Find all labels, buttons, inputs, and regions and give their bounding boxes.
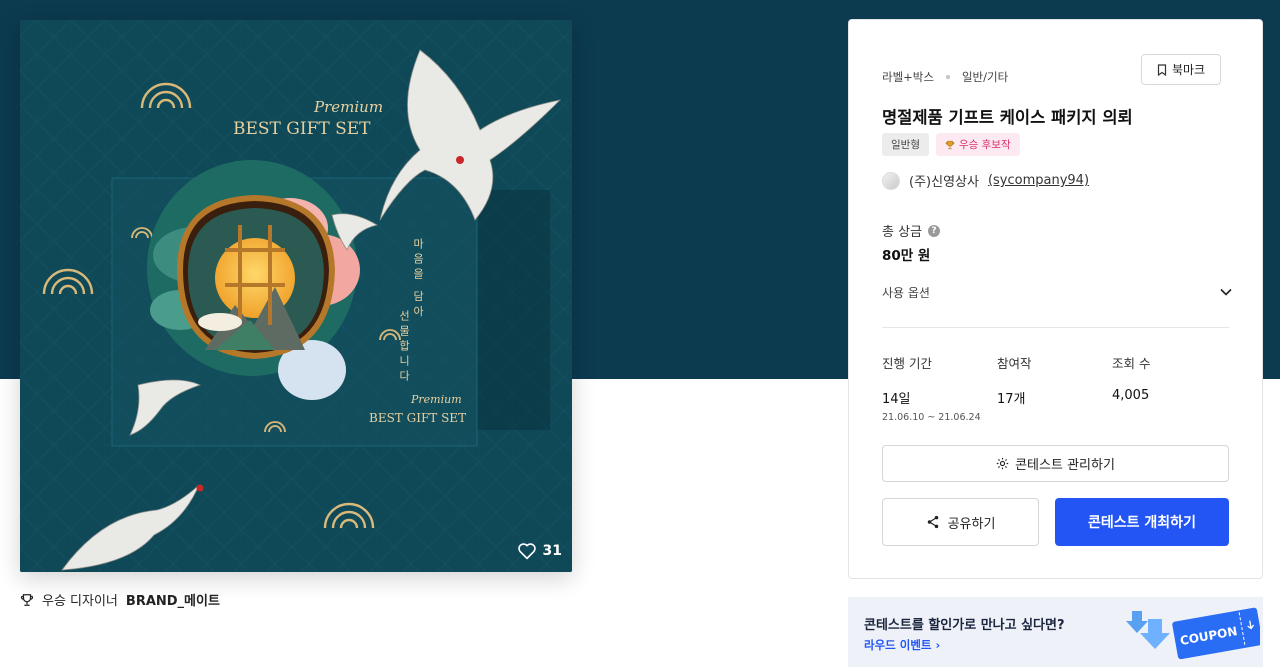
breadcrumb-separator bbox=[945, 75, 950, 79]
stat-views: 조회 수 4,005 bbox=[1112, 353, 1227, 423]
status-badge-label: 우승 후보작 bbox=[958, 139, 1011, 151]
contest-info-card: 라벨+박스 일반/기타 북마크 명절제품 기프트 케이스 패키지 의뢰 일반형 … bbox=[848, 19, 1263, 579]
winner-prefix: 우승 디자이너 bbox=[42, 594, 118, 609]
trophy-icon bbox=[20, 593, 34, 606]
entries-label: 참여작 bbox=[997, 356, 1032, 371]
category-main[interactable]: 라벨+박스 bbox=[882, 69, 934, 85]
vertical-text-1: 마음을 담아 bbox=[412, 238, 425, 321]
chevron-down-icon bbox=[1220, 288, 1232, 296]
divider bbox=[882, 327, 1229, 328]
share-button[interactable]: 공유하기 bbox=[882, 498, 1039, 546]
bookmark-label: 북마크 bbox=[1171, 63, 1206, 77]
contest-artwork[interactable]: Premium BEST GIFT SET Premium BEST GIFT … bbox=[20, 20, 572, 572]
company-handle[interactable]: (sycompany94) bbox=[988, 173, 1089, 188]
like-button[interactable]: 31 bbox=[517, 542, 562, 560]
period-label: 진행 기간 bbox=[882, 356, 932, 371]
breadcrumb: 라벨+박스 일반/기타 bbox=[882, 69, 1008, 85]
bookmark-icon bbox=[1157, 63, 1167, 76]
coupon-illustration: COUPON bbox=[1126, 607, 1260, 660]
contest-title: 명절제품 기프트 케이스 패키지 의뢰 bbox=[882, 108, 1133, 127]
manage-label: 콘테스트 관리하기 bbox=[1015, 458, 1115, 473]
entries-value: 17개 bbox=[997, 392, 1026, 407]
share-label: 공유하기 bbox=[947, 516, 996, 532]
views-value: 4,005 bbox=[1112, 388, 1150, 403]
promo-link[interactable]: 라우드 이벤트 › bbox=[864, 637, 940, 653]
premium-script-box: Premium bbox=[410, 393, 462, 406]
share-icon bbox=[927, 515, 938, 529]
company-info: (주)신영상사 (sycompany94) bbox=[882, 171, 1089, 190]
type-badge: 일반형 bbox=[882, 133, 929, 156]
contest-stats: 진행 기간 14일 21.06.10 ~ 21.06.24 참여작 17개 조회… bbox=[882, 353, 1227, 423]
stat-period: 진행 기간 14일 21.06.10 ~ 21.06.24 bbox=[882, 353, 997, 423]
host-contest-button[interactable]: 콘테스트 개최하기 bbox=[1055, 498, 1229, 546]
category-sub[interactable]: 일반/기타 bbox=[962, 69, 1008, 85]
winner-designer: 우승 디자이너 BRAND_메이트 bbox=[20, 590, 220, 609]
vertical-text-2: 선물합니다 bbox=[398, 310, 411, 385]
artwork-illustration: Premium BEST GIFT SET Premium BEST GIFT … bbox=[20, 20, 572, 572]
coupon-promo-banner[interactable]: 콘테스트를 할인가로 만나고 싶다면? 라우드 이벤트 › COUPON bbox=[848, 597, 1263, 667]
manage-contest-button[interactable]: 콘테스트 관리하기 bbox=[882, 445, 1229, 482]
options-label: 사용 옵션 bbox=[882, 285, 930, 300]
gift-title-box: BEST GIFT SET bbox=[369, 411, 466, 425]
prize-label-text: 총 상금 bbox=[882, 225, 923, 240]
period-value: 14일 bbox=[882, 392, 911, 407]
gear-icon bbox=[996, 457, 1009, 470]
winner-name[interactable]: BRAND_메이트 bbox=[126, 590, 220, 609]
heart-icon bbox=[517, 543, 536, 560]
avatar bbox=[882, 171, 900, 190]
gift-title-top: BEST GIFT SET bbox=[233, 119, 371, 139]
trophy-icon bbox=[945, 140, 955, 149]
status-badge: 우승 후보작 bbox=[935, 133, 1020, 156]
views-label: 조회 수 bbox=[1112, 356, 1151, 371]
chevron-right-icon: › bbox=[935, 638, 941, 652]
badge-row: 일반형 우승 후보작 bbox=[882, 133, 1020, 156]
like-count: 31 bbox=[542, 543, 562, 559]
period-dates: 21.06.10 ~ 21.06.24 bbox=[882, 412, 981, 423]
promo-link-label: 라우드 이벤트 bbox=[864, 638, 932, 652]
promo-headline: 콘테스트를 할인가로 만나고 싶다면? bbox=[864, 618, 1065, 633]
prize-value: 80만 원 bbox=[882, 248, 931, 264]
help-icon[interactable]: ? bbox=[928, 224, 941, 237]
company-name: (주)신영상사 bbox=[909, 175, 979, 190]
premium-script-top: Premium bbox=[313, 98, 383, 116]
prize-label: 총 상금 ? bbox=[882, 221, 941, 240]
stat-entries: 참여작 17개 bbox=[997, 353, 1112, 423]
options-dropdown[interactable]: 사용 옵션 bbox=[882, 278, 1232, 306]
bookmark-button[interactable]: 북마크 bbox=[1141, 54, 1221, 85]
